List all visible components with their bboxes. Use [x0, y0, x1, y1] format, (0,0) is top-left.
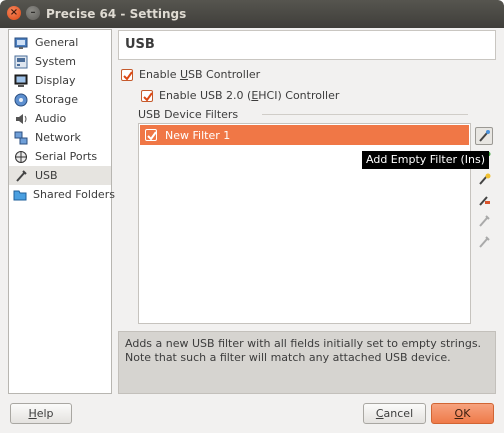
system-icon	[13, 54, 29, 70]
checkbox-box[interactable]	[121, 68, 133, 81]
serial-ports-icon	[13, 149, 29, 165]
remove-filter-button[interactable]	[476, 192, 492, 208]
sidebar-item-label: Shared Folders	[33, 188, 115, 201]
sidebar-item-label: System	[35, 55, 77, 68]
sidebar-item-label: Network	[35, 131, 81, 144]
display-icon	[13, 73, 29, 89]
page-header: USB	[118, 30, 496, 60]
cancel-label: ancel	[383, 407, 414, 420]
edit-filter-icon	[479, 173, 491, 185]
shared-folders-icon	[13, 187, 27, 203]
sidebar-item-audio[interactable]: Audio	[9, 109, 111, 128]
sidebar-item-label: Storage	[35, 93, 79, 106]
description-panel: Adds a new USB filter with all fields in…	[118, 331, 496, 394]
sidebar-item-general[interactable]: General	[9, 33, 111, 52]
add-empty-filter-icon	[479, 130, 490, 142]
checkbox-box[interactable]	[141, 89, 153, 102]
minimize-icon[interactable]: –	[26, 6, 40, 20]
sidebar-item-label: Serial Ports	[35, 150, 98, 163]
label-prefix: Enable USB 2.0 (	[159, 89, 252, 102]
network-icon	[13, 130, 29, 146]
sidebar-item-system[interactable]: System	[9, 52, 111, 71]
sidebar-item-label: Audio	[35, 112, 67, 125]
usb-icon	[13, 168, 29, 184]
label-prefix: Enable	[139, 68, 180, 81]
ok-button[interactable]: OK	[431, 403, 494, 424]
label-mnemonic: U	[179, 68, 189, 81]
filter-list-item[interactable]: New Filter 1	[140, 125, 469, 145]
ok-label: K	[463, 407, 471, 420]
enable-usb-controller-checkbox[interactable]: Enable USB Controller	[121, 68, 260, 81]
enable-usb2-ehci-controller-checkbox[interactable]: Enable USB 2.0 (EHCI) Controller	[141, 89, 339, 102]
general-icon	[13, 35, 29, 51]
label-suffix: SB Controller	[188, 68, 261, 81]
storage-icon	[13, 92, 29, 108]
ok-mnemonic: O	[454, 407, 464, 420]
title-bar[interactable]: × – Precise 64 - Settings	[0, 0, 504, 28]
label-suffix: HCI) Controller	[258, 89, 340, 102]
enable-usb2-controller-label: Enable USB 2.0 (EHCI) Controller	[159, 89, 339, 102]
sidebar-item-label: General	[35, 36, 79, 49]
group-divider	[262, 114, 468, 115]
help-button[interactable]: Help	[10, 403, 72, 424]
move-filter-up-button[interactable]	[476, 213, 492, 229]
sidebar-item-storage[interactable]: Storage	[9, 90, 111, 109]
page-title: USB	[125, 37, 155, 52]
help-mnemonic: H	[28, 407, 37, 420]
cancel-button[interactable]: Cancel	[363, 403, 426, 424]
sidebar-item-shared-folders[interactable]: Shared Folders	[9, 185, 115, 204]
usb-device-filters-label: USB Device Filters	[138, 108, 239, 121]
enable-usb-controller-label: Enable USB Controller	[139, 68, 260, 81]
move-filter-down-button[interactable]	[476, 234, 492, 250]
add-empty-filter-button[interactable]	[475, 127, 493, 145]
edit-filter-button[interactable]	[476, 171, 492, 187]
close-icon[interactable]: ×	[7, 6, 21, 20]
settings-window: × – Precise 64 - Settings General System…	[0, 0, 504, 433]
window-title: Precise 64 - Settings	[46, 7, 187, 21]
tooltip: Add Empty Filter (Ins)	[362, 151, 490, 169]
cancel-mnemonic: C	[375, 407, 384, 420]
move-filter-up-icon	[479, 215, 490, 227]
sidebar-item-display[interactable]: Display	[9, 71, 111, 90]
filter-enabled-checkbox[interactable]	[145, 129, 157, 141]
move-filter-down-icon	[479, 236, 490, 248]
filter-name: New Filter 1	[165, 128, 231, 142]
audio-icon	[13, 111, 29, 127]
remove-filter-icon	[479, 196, 490, 206]
sidebar-item-network[interactable]: Network	[9, 128, 111, 147]
sidebar-item-label: USB	[35, 169, 58, 182]
settings-category-list[interactable]: General System Display Storage Audio Net…	[8, 29, 115, 394]
sidebar-item-usb[interactable]: USB	[9, 166, 111, 185]
help-label: elp	[36, 407, 54, 420]
sidebar-item-label: Display	[35, 74, 76, 87]
sidebar-item-serial-ports[interactable]: Serial Ports	[9, 147, 111, 166]
